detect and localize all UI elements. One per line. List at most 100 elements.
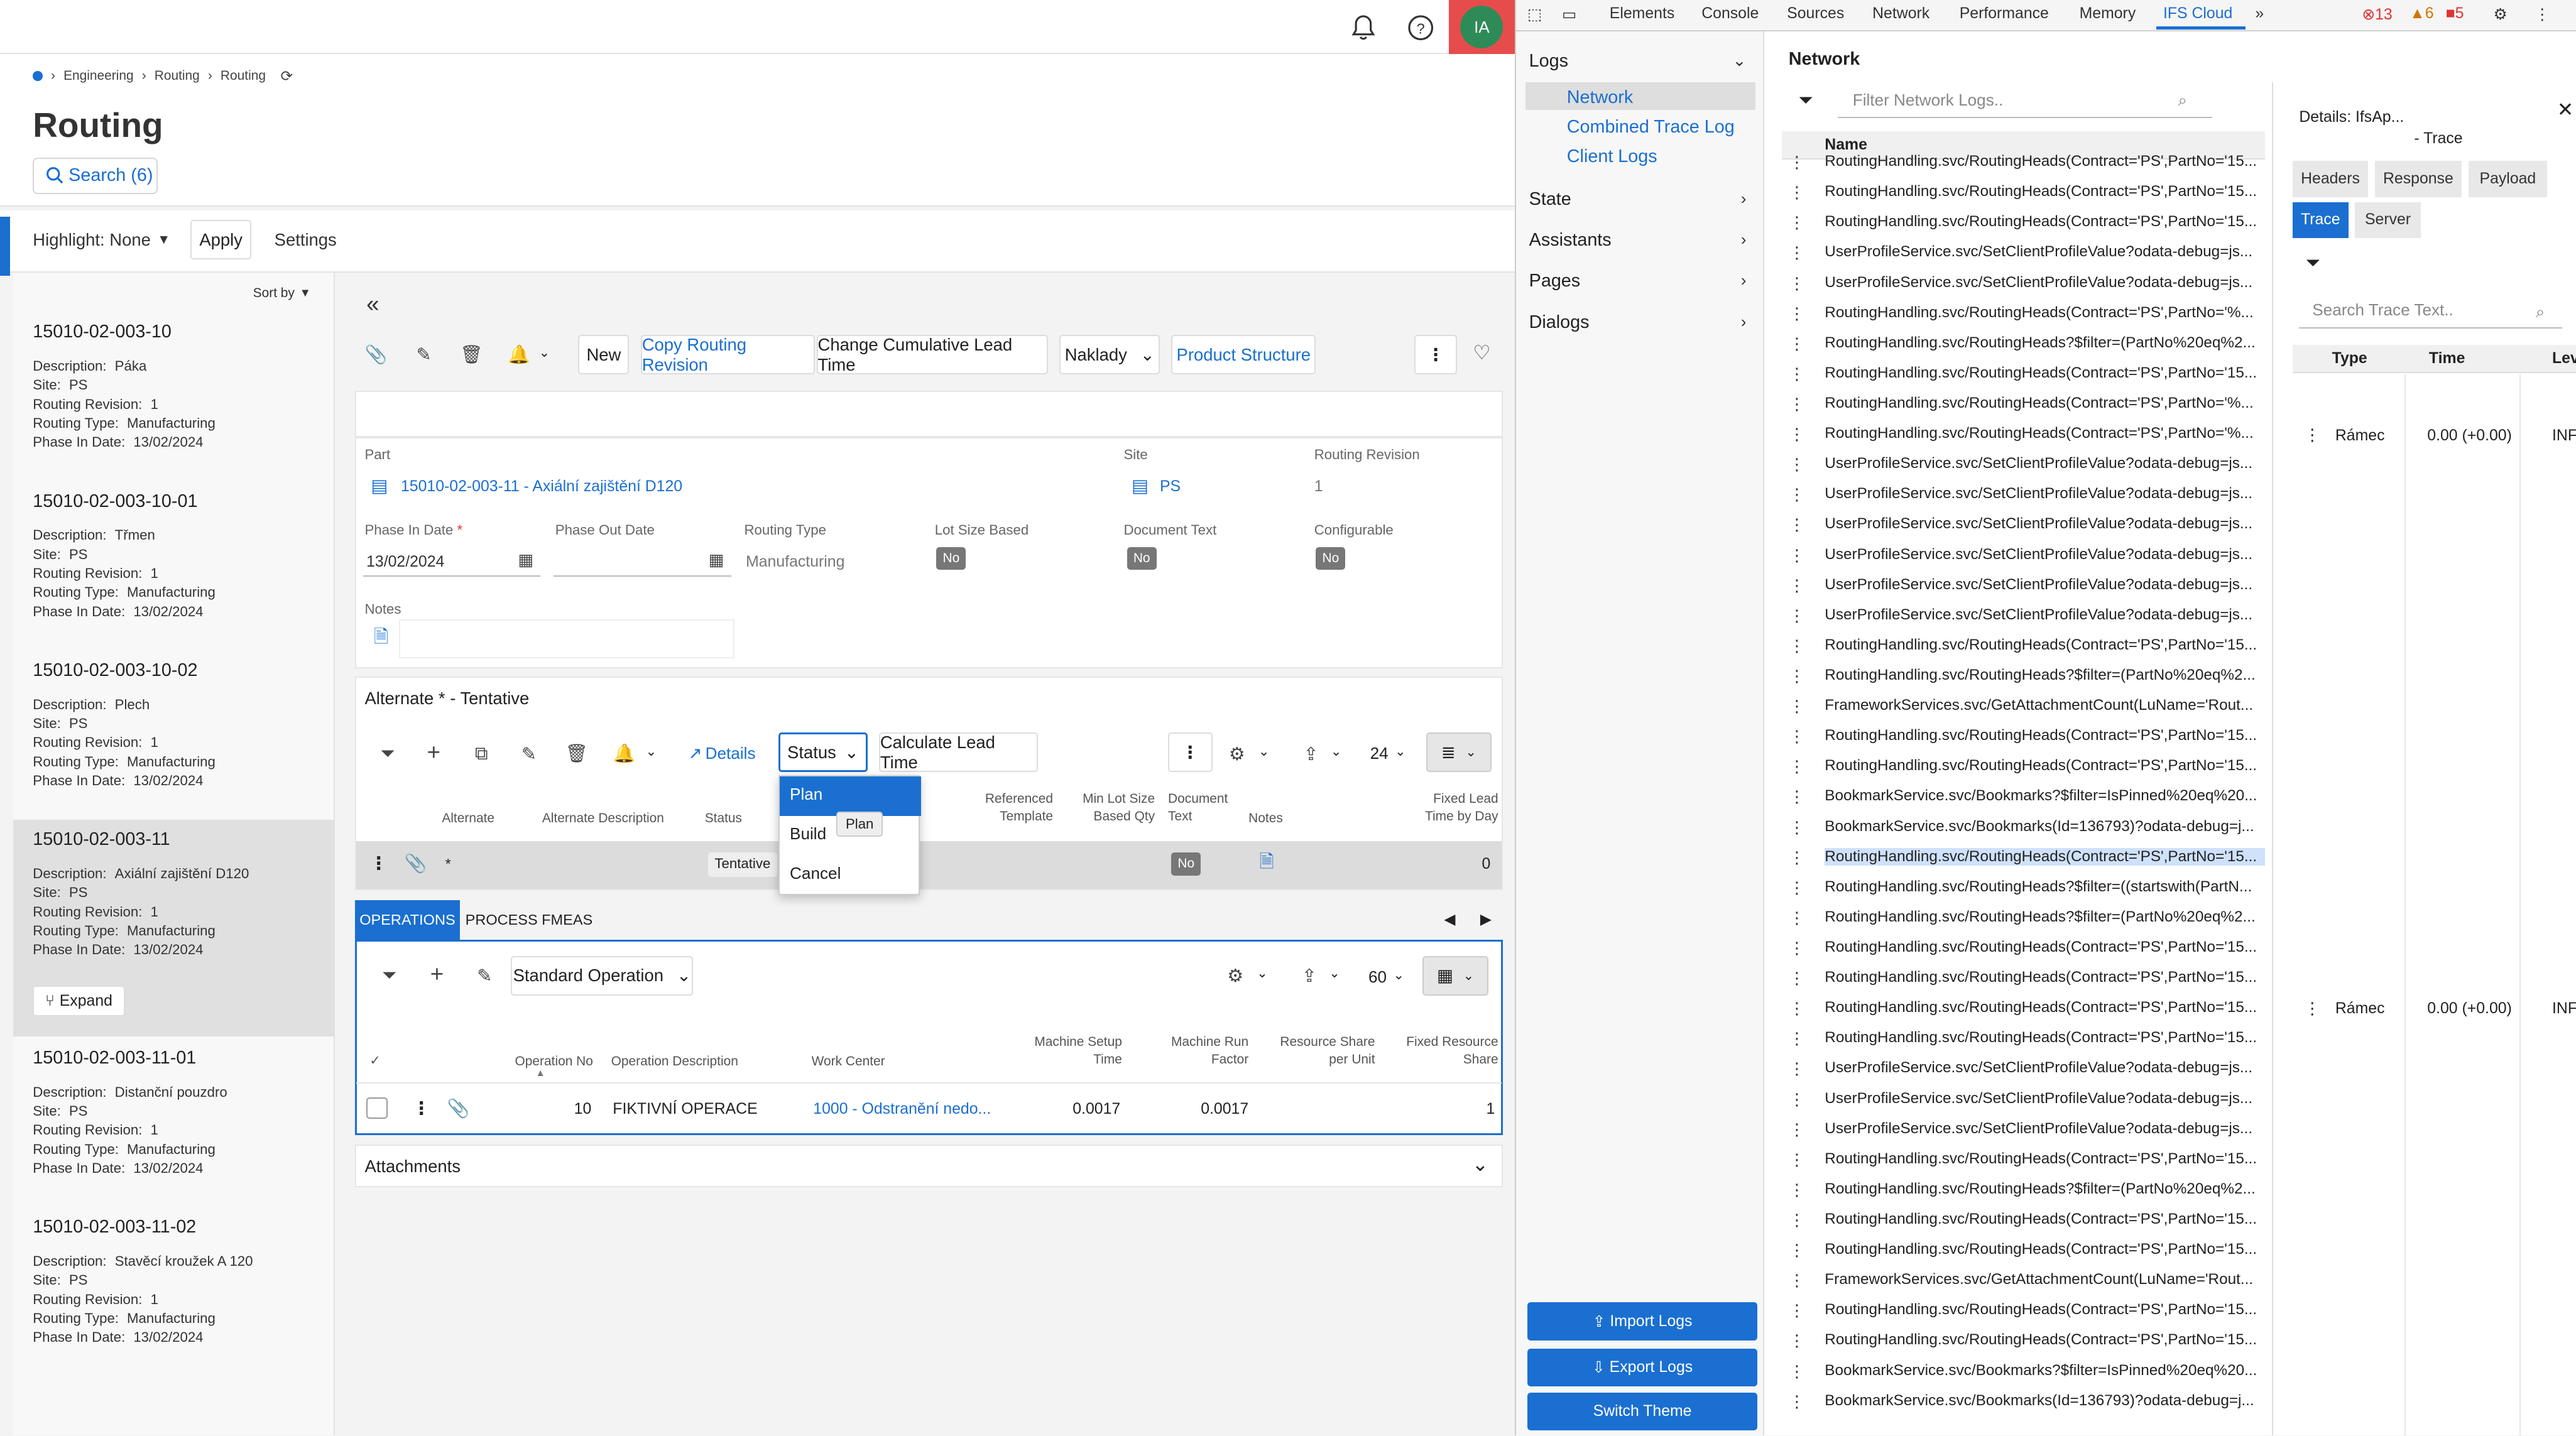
network-row[interactable]: ⋮ BookmarkService.svc/Bookmarks?$filter=I… [1766,1357,2268,1387]
row-menu-icon[interactable]: ⋮ [1789,394,1805,414]
row-menu-icon[interactable]: ⋮ [1789,848,1805,868]
device-toggle-icon[interactable]: ▭ [1562,5,1576,24]
list-item[interactable]: 15010-02-003-10-01 Description: Třmen Site:… [13,481,335,645]
gear-icon[interactable]: ⚙ [1222,962,1248,989]
row-menu-icon[interactable]: ⋮ [1789,243,1805,263]
log-item-combined-trace[interactable]: Combined Trace Log [1567,117,1735,138]
row-menu-icon[interactable]: ⋮ [1789,878,1805,898]
status-dropdown[interactable]: Status ⌄ [778,732,868,772]
devtools-menu-icon[interactable]: ⋮ [2535,5,2550,24]
col-resource-share[interactable]: Resource Share per Unit [1273,1033,1375,1070]
row-menu-icon[interactable]: ⋮ [1789,364,1805,384]
row-menu-icon[interactable]: ⋮ [1789,213,1805,232]
row-menu-icon[interactable]: ⋮ [1789,1271,1805,1290]
chevron-down-icon[interactable]: ⌄ [1472,1153,1488,1176]
paperclip-icon[interactable]: 📎 [445,1096,472,1122]
network-row[interactable]: ⋮ RoutingHandling.svc/RoutingHeads(Contra… [1766,148,2268,178]
import-logs-button[interactable]: ⇪ Import Logs [1527,1302,1758,1341]
filter-network-input[interactable]: Filter Network Logs.. [1838,85,2213,119]
section-state[interactable]: State [1529,189,1571,210]
more-menu-icon[interactable]: ⋮ [1168,732,1213,772]
more-tabs-icon[interactable]: » [2255,5,2264,23]
standard-operation-dropdown[interactable]: Standard Operation ⌄ [511,955,694,996]
row-menu-icon[interactable]: ⋮ [1789,606,1805,626]
row-menu-icon[interactable]: ⋮ [1789,304,1805,324]
expand-button[interactable]: ⑂ Expand [33,985,125,1017]
list-item[interactable]: 15010-02-003-11-01 Description: Distanční … [13,1038,335,1202]
row-menu-icon[interactable]: ⋮ [2304,999,2320,1018]
pencil-icon[interactable]: ✎ [471,962,498,989]
chevron-right-icon[interactable]: › [1741,189,1747,209]
network-row[interactable]: ⋮ RoutingHandling.svc/RoutingHeads?$filte… [1766,329,2268,359]
bell-dropdown-icon[interactable]: 🔔 [611,741,638,767]
row-menu-icon[interactable]: ⋮ [1789,274,1805,293]
tab-scroll-right-icon[interactable]: ▶ [1480,910,1492,928]
network-row[interactable]: ⋮ RoutingHandling.svc/RoutingHeads(Contra… [1766,359,2268,389]
avatar[interactable]: IA [1460,6,1504,49]
row-menu-icon[interactable]: ⋮ [1789,1180,1805,1200]
details-link[interactable]: ↗ Details [689,744,756,763]
tab-elements[interactable]: Elements [1610,5,1675,23]
page-size-selector[interactable]: 60 ⌄ [1368,967,1404,987]
favorite-heart-icon[interactable]: ♡ [1469,340,1495,366]
row-menu-icon[interactable]: ⋮ [412,1097,430,1119]
export-icon[interactable]: ⇪ [1298,741,1324,767]
row-menu-icon[interactable]: ⋮ [1789,1362,1805,1381]
page-size-selector[interactable]: 24 ⌄ [1370,744,1406,763]
network-row[interactable]: ⋮ RoutingHandling.svc/RoutingHeads?$filte… [1766,873,2268,903]
network-row[interactable]: ⋮ RoutingHandling.svc/RoutingHeads?$filte… [1766,661,2268,692]
list-item[interactable]: 15010-02-003-11 Description: Axiální zajiš… [13,819,336,1036]
row-menu-icon[interactable]: ⋮ [1789,485,1805,504]
tab-server[interactable]: Server [2355,202,2421,239]
network-row[interactable]: ⋮ RoutingHandling.svc/RoutingHeads(Contra… [1766,389,2268,420]
log-item-client-logs[interactable]: Client Logs [1567,146,1657,167]
col-machine-run-factor[interactable]: Machine Run Factor [1158,1033,1248,1070]
home-icon[interactable] [33,71,43,82]
network-row[interactable]: ⋮ FrameworkServices.svc/GetAttachmentCoun… [1766,1266,2268,1296]
add-icon[interactable]: + [424,961,450,987]
tab-console[interactable]: Console [1701,5,1759,23]
tab-headers[interactable]: Headers [2292,161,2369,197]
row-menu-icon[interactable]: ⋮ [1789,818,1805,837]
collapse-panel-icon[interactable]: « [366,291,379,317]
network-row[interactable]: ⋮ RoutingHandling.svc/RoutingHeads(Contra… [1766,420,2268,450]
close-icon[interactable]: ✕ [2557,99,2573,121]
network-row[interactable]: ⋮ RoutingHandling.svc/RoutingHeads(Contra… [1766,1297,2268,1327]
network-row[interactable]: ⋮ UserProfileService.svc/SetClientProfile… [1766,1115,2268,1145]
col-fixed-resource-share[interactable]: Fixed Resource Share [1400,1033,1498,1070]
refresh-icon[interactable]: ⟳ [280,67,293,85]
warning-count[interactable]: ▲6 [2410,5,2433,23]
filter-icon[interactable]: ⏷ [376,962,403,989]
search-icon[interactable]: ⌕ [2178,90,2187,111]
part-link[interactable]: 15010-02-003-11 - Axiální zajištění D120 [401,478,682,496]
row-menu-icon[interactable]: ⋮ [1789,1029,1805,1048]
col-document-text[interactable]: Document Text [1168,790,1234,827]
row-menu-icon[interactable]: ⋮ [1789,938,1805,958]
breadcrumb-item[interactable]: Routing [155,68,200,84]
issue-count[interactable]: ■5 [2446,5,2464,23]
network-row[interactable]: ⋮ BookmarkService.svc/Bookmarks(Id=136793… [1766,813,2268,843]
notes-field[interactable] [399,619,734,659]
col-fixed-lead-time[interactable]: Fixed Lead Time by Day [1413,790,1498,827]
chevron-right-icon[interactable]: › [1741,271,1747,290]
tab-operations[interactable]: OPERATIONS [354,900,461,940]
tab-sources[interactable]: Sources [1787,5,1844,23]
tab-network[interactable]: Network [1872,5,1929,23]
network-row[interactable]: ⋮ RoutingHandling.svc/RoutingHeads(Contra… [1766,1327,2268,1357]
tab-response[interactable]: Response [2374,161,2462,197]
error-count[interactable]: ⊗13 [2362,5,2392,24]
section-pages[interactable]: Pages [1529,271,1581,291]
grid-view-toggle[interactable]: ▦ ⌄ [1422,955,1488,996]
col-status[interactable]: Status [705,810,742,828]
sort-by-button[interactable]: Sort by ▼ [253,286,311,301]
pencil-icon[interactable]: ✎ [411,342,437,368]
row-menu-icon[interactable]: ⋮ [1789,455,1805,474]
filter-icon[interactable]: ⏷ [2306,253,2320,274]
network-row[interactable]: ⋮ UserProfileService.svc/SetClientProfile… [1766,571,2268,601]
more-menu-icon[interactable]: ⋮ [1414,335,1458,375]
notes-icon[interactable]: 🗎 [368,626,395,652]
col-time[interactable]: Time [2429,350,2465,367]
bell-dropdown-icon[interactable]: 🔔 [506,342,532,368]
row-menu-icon[interactable]: ⋮ [1789,425,1805,444]
network-row[interactable]: ⋮ RoutingHandling.svc/RoutingHeads(Contra… [1766,964,2268,994]
